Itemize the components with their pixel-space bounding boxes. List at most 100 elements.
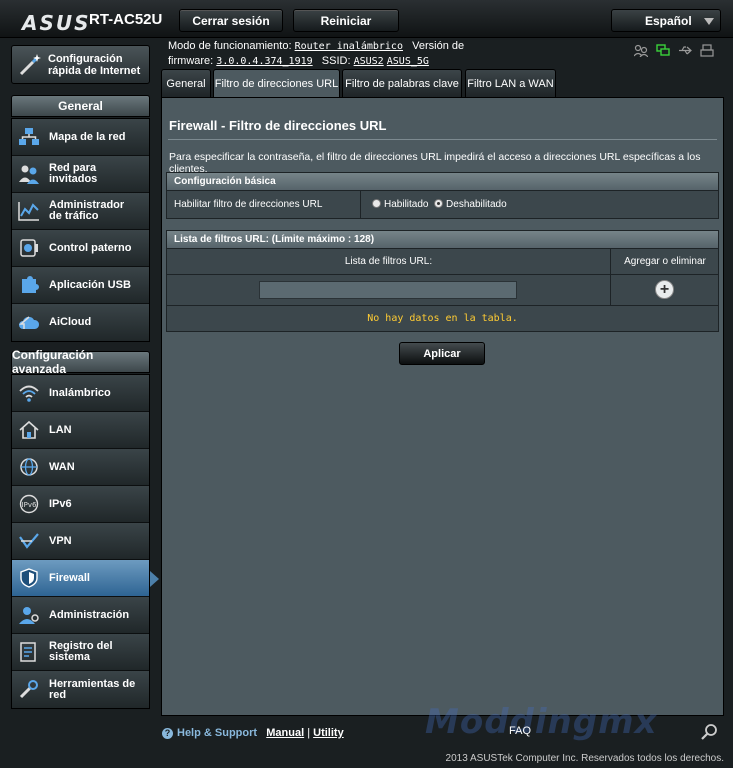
usb-app-icon bbox=[18, 274, 40, 296]
empty-message: No hay datos en la tabla. bbox=[367, 313, 518, 324]
tab-general[interactable]: General bbox=[161, 69, 211, 97]
sidebar-item-label: AiCloud bbox=[49, 316, 92, 328]
radio-disabled-label: Deshabilitado bbox=[446, 199, 507, 210]
quick-setup-button[interactable]: Configuración rápida de Internet bbox=[11, 45, 150, 84]
sidebar-item-ipv6[interactable]: IPv6 IPv6 bbox=[12, 486, 149, 523]
footer-links: ? Help & Support Manual | Utility bbox=[162, 727, 344, 739]
title-divider bbox=[168, 139, 717, 140]
help-support-link[interactable]: Help & Support bbox=[177, 727, 257, 739]
home-icon bbox=[18, 419, 40, 441]
sidebar-item-label: VPN bbox=[49, 534, 72, 547]
col-url-list: Lista de filtros URL: bbox=[344, 256, 433, 267]
usb-icon[interactable] bbox=[678, 44, 692, 57]
faq-label[interactable]: FAQ bbox=[509, 725, 531, 737]
wifi-icon bbox=[18, 382, 40, 404]
firmware-label-2: firmware: bbox=[168, 55, 214, 67]
tab-lan-to-wan[interactable]: Filtro LAN a WAN bbox=[465, 69, 556, 97]
sidebar-item-usb-app[interactable]: Aplicación USB bbox=[12, 267, 149, 304]
mode-label: Modo de funcionamiento: bbox=[168, 40, 292, 52]
url-filter-input[interactable] bbox=[259, 281, 517, 299]
router-info: Modo de funcionamiento: Router inalámbri… bbox=[168, 39, 468, 69]
status-icons bbox=[633, 44, 714, 58]
help-icon: ? bbox=[162, 727, 173, 739]
apply-button[interactable]: Aplicar bbox=[399, 342, 485, 365]
sidebar-item-label: WAN bbox=[49, 460, 75, 473]
sidebar-item-aicloud[interactable]: AiCloud bbox=[12, 304, 149, 341]
add-url-button[interactable]: + bbox=[655, 280, 674, 299]
general-menu: Mapa de la red Red para invitados Admini… bbox=[11, 118, 150, 342]
clients-icon[interactable] bbox=[633, 44, 649, 58]
column-divider bbox=[610, 275, 611, 305]
sidebar-item-vpn[interactable]: VPN bbox=[12, 523, 149, 560]
vpn-icon bbox=[18, 530, 40, 552]
sidebar-item-label: Administrador de tráfico bbox=[49, 199, 125, 222]
sidebar-item-label: Registro del sistema bbox=[49, 640, 113, 663]
mode-link[interactable]: Router inalámbrico bbox=[295, 41, 403, 52]
sidebar-item-parental-control[interactable]: Control paterno bbox=[12, 230, 149, 267]
sidebar-item-wireless[interactable]: Inalámbrico bbox=[12, 375, 149, 412]
reboot-button[interactable]: Reiniciar bbox=[293, 9, 399, 32]
firmware-label: Versión de bbox=[412, 40, 465, 52]
ipv6-icon: IPv6 bbox=[18, 493, 40, 515]
tab-url-filter[interactable]: Filtro de direcciones URL bbox=[213, 69, 340, 97]
sidebar-item-network-tools[interactable]: Herramientas de red bbox=[12, 671, 149, 708]
manual-link[interactable]: Manual bbox=[266, 727, 304, 739]
col-add-remove: Agregar o eliminar bbox=[624, 256, 706, 267]
magic-wand-icon bbox=[18, 53, 42, 77]
page-title: Firewall - Filtro de direcciones URL bbox=[169, 118, 387, 133]
svg-text:IPv6: IPv6 bbox=[22, 501, 37, 509]
chevron-down-icon bbox=[704, 18, 714, 25]
traffic-manager-icon bbox=[18, 200, 40, 222]
enable-filter-label: Habilitar filtro de direcciones URL bbox=[174, 199, 323, 210]
search-icon[interactable] bbox=[700, 723, 720, 741]
empty-table-row: No hay datos en la tabla. bbox=[166, 306, 719, 332]
tab-keyword-filter[interactable]: Filtro de palabras clave bbox=[342, 69, 462, 97]
sidebar-item-label: Administración bbox=[49, 608, 130, 621]
utility-link[interactable]: Utility bbox=[313, 727, 344, 739]
sidebar-item-label: Red para invitados bbox=[49, 162, 98, 185]
top-bar: ASUS RT-AC52U Cerrar sesión Reiniciar Es… bbox=[0, 0, 733, 38]
sidebar-item-label: Firewall bbox=[49, 571, 90, 584]
ssid-label: SSID: bbox=[321, 55, 351, 67]
radio-disabled[interactable]: Deshabilitado bbox=[434, 199, 507, 210]
sidebar-item-traffic-manager[interactable]: Administrador de tráfico bbox=[12, 193, 149, 230]
sidebar-item-lan[interactable]: LAN bbox=[12, 412, 149, 449]
watermark: Moddingmx bbox=[425, 702, 658, 742]
general-header: General bbox=[11, 95, 150, 117]
sidebar-item-label: Control paterno bbox=[49, 241, 132, 254]
sidebar-item-administration[interactable]: Administración bbox=[12, 597, 149, 634]
network-map-icon bbox=[18, 126, 40, 148]
sidebar-item-wan[interactable]: WAN bbox=[12, 449, 149, 486]
firewall-icon bbox=[18, 567, 40, 589]
sidebar-item-firewall[interactable]: Firewall bbox=[12, 560, 159, 597]
column-divider bbox=[360, 191, 361, 218]
plus-icon: + bbox=[659, 281, 670, 298]
internet-status-icon[interactable] bbox=[656, 44, 670, 57]
sidebar-item-label: Mapa de la red bbox=[49, 130, 126, 143]
basic-config-header: Configuración básica bbox=[166, 172, 719, 191]
ssid-link-1[interactable]: ASUS2 bbox=[354, 56, 384, 67]
sidebar-item-label: Herramientas de red bbox=[49, 677, 136, 701]
language-select[interactable]: Español bbox=[611, 9, 721, 32]
sidebar-item-system-log[interactable]: Registro del sistema bbox=[12, 634, 149, 671]
network-tools-icon bbox=[18, 679, 40, 701]
sidebar-item-label: Aplicación USB bbox=[49, 278, 131, 291]
url-list-columns: Lista de filtros URL: Agregar o eliminar bbox=[166, 249, 719, 275]
asus-logo: ASUS bbox=[22, 11, 91, 35]
enable-filter-row: Habilitar filtro de direcciones URL Habi… bbox=[166, 191, 719, 219]
model-name: RT-AC52U bbox=[89, 11, 163, 28]
url-input-row: + bbox=[166, 275, 719, 306]
printer-icon[interactable] bbox=[700, 44, 714, 57]
sidebar-item-network-map[interactable]: Mapa de la red bbox=[12, 119, 149, 156]
advanced-header: Configuración avanzada bbox=[11, 348, 150, 376]
radio-enabled[interactable]: Habilitado bbox=[372, 199, 428, 210]
logout-button[interactable]: Cerrar sesión bbox=[179, 9, 283, 32]
globe-icon bbox=[18, 456, 40, 478]
advanced-menu: Inalámbrico LAN WAN IPv6 IPv6 VPN Firewa… bbox=[11, 374, 159, 709]
sidebar-item-label: Inalámbrico bbox=[49, 386, 111, 399]
firmware-link[interactable]: 3.0.0.4.374_1919 bbox=[216, 56, 312, 67]
ssid-link-2[interactable]: ASUS_5G bbox=[387, 56, 429, 67]
sidebar-item-guest-network[interactable]: Red para invitados bbox=[12, 156, 149, 193]
quick-setup-label: Configuración rápida de Internet bbox=[48, 52, 141, 77]
enable-radio-group: Habilitado Deshabilitado bbox=[372, 191, 507, 218]
